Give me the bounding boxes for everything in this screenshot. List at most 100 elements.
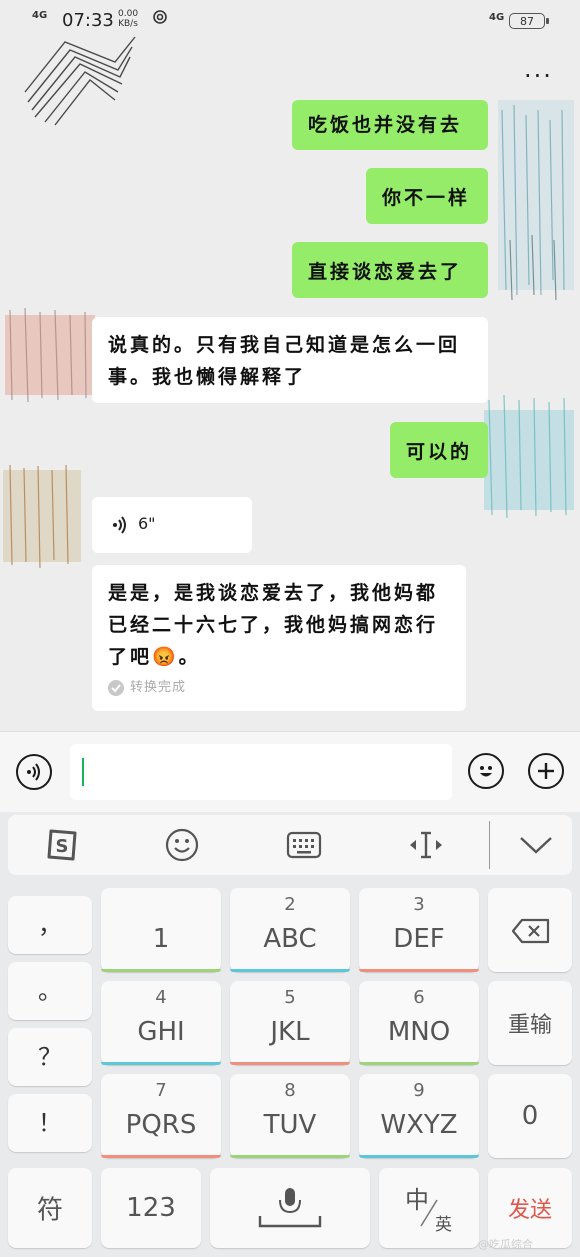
- key-3[interactable]: 3 DEF: [359, 888, 479, 972]
- key-letters: PQRS: [125, 1110, 197, 1140]
- chevron-down-icon: [520, 837, 552, 854]
- transcription-bubble[interactable]: 是是，是我谈恋爱去了，我他妈都已经二十六七了，我他妈搞网恋行了吧😡。 转换完成: [92, 565, 466, 711]
- punctuation-key[interactable]: ？: [8, 1028, 92, 1086]
- key-1[interactable]: 1: [101, 888, 221, 972]
- smiley-icon: [165, 828, 199, 862]
- key-letters: TUV: [263, 1110, 317, 1140]
- punctuation-key[interactable]: 。: [8, 962, 92, 1020]
- symbol-label: 符: [36, 1195, 63, 1226]
- scribble-mark: [3, 464, 81, 569]
- key-letters: WXYZ: [380, 1110, 458, 1140]
- plus-icon: [538, 763, 554, 779]
- key-number: 5: [284, 987, 296, 1008]
- symbol-key[interactable]: 符: [8, 1168, 92, 1248]
- reenter-key[interactable]: 重输: [488, 981, 572, 1065]
- smiley-icon: [480, 766, 492, 777]
- key-underline: [101, 969, 221, 972]
- key-number: 9: [413, 1080, 425, 1101]
- voice-input-button[interactable]: [16, 754, 52, 790]
- battery-indicator: 87: [509, 13, 549, 29]
- key-number: 2: [284, 894, 296, 915]
- key-letters: JKL: [270, 1017, 310, 1047]
- emoji-panel-button[interactable]: [162, 827, 202, 863]
- sogou-logo-icon: S: [47, 829, 77, 861]
- reenter-label: 重输: [507, 1013, 552, 1038]
- message-bubble[interactable]: 吃饭也并没有去: [292, 100, 488, 150]
- transcription-status-text: 转换完成: [130, 680, 187, 695]
- space-key[interactable]: [210, 1168, 370, 1248]
- key-letters: 1: [152, 924, 170, 954]
- logo-letter: S: [56, 836, 69, 857]
- message-text: 你不一样: [382, 187, 471, 209]
- key-letters: MNO: [387, 1017, 451, 1047]
- add-attachment-button[interactable]: [528, 753, 564, 789]
- key-9[interactable]: 9 WXYZ: [359, 1074, 479, 1158]
- message-bubble[interactable]: 你不一样: [366, 168, 488, 224]
- key-underline: [101, 1155, 221, 1158]
- keyboard-switch-button[interactable]: [284, 827, 324, 863]
- message-text: 直接谈恋爱去了: [308, 261, 463, 283]
- key-4[interactable]: 4 GHI: [101, 981, 221, 1065]
- backspace-key[interactable]: [488, 888, 572, 972]
- speed-value: 0.00: [118, 9, 139, 19]
- key-letters: ABC: [263, 924, 317, 954]
- message-input[interactable]: [70, 744, 452, 800]
- key-0[interactable]: 0: [488, 1074, 572, 1158]
- keyboard: S ， 。 ？ ！ 1 2 ABC 3 DEF 4 GHI 5 JKL 6 MN…: [0, 812, 580, 1257]
- key-number: 3: [413, 894, 425, 915]
- send-label: 发送: [507, 1198, 552, 1223]
- key-underline: [359, 1155, 479, 1158]
- key-5[interactable]: 5 JKL: [230, 981, 350, 1065]
- network-indicator-right: 4G: [489, 12, 505, 23]
- key-2[interactable]: 2 ABC: [230, 888, 350, 972]
- key-8[interactable]: 8 TUV: [230, 1074, 350, 1158]
- voice-message[interactable]: 6": [92, 497, 252, 553]
- key-underline: [359, 1062, 479, 1065]
- key-7[interactable]: 7 PQRS: [101, 1074, 221, 1158]
- backspace-icon: [512, 918, 550, 944]
- voice-wave-icon: [113, 516, 126, 534]
- message-text: 可以的: [406, 441, 473, 463]
- key-underline: [230, 1062, 350, 1065]
- punctuation-key[interactable]: ，: [8, 896, 92, 954]
- ime-logo-button[interactable]: S: [42, 827, 82, 863]
- scribble-mark: [24, 36, 136, 126]
- text-caret: [82, 758, 84, 786]
- key-letters: DEF: [393, 924, 445, 954]
- number-mode-key[interactable]: 123: [101, 1168, 201, 1248]
- input-bar: [0, 731, 580, 812]
- key-letters: GHI: [137, 1017, 185, 1047]
- cursor-move-button[interactable]: [406, 827, 446, 863]
- check-circle-icon: [108, 680, 124, 696]
- collapse-keyboard-button[interactable]: [516, 827, 556, 863]
- lang-sub-label: 英: [435, 1215, 452, 1235]
- voice-duration: 6": [138, 514, 156, 533]
- more-options-button[interactable]: ···: [524, 64, 553, 88]
- key-number: 7: [155, 1080, 167, 1101]
- key-underline: [230, 1155, 350, 1158]
- language-switch-key[interactable]: 中 英: [379, 1168, 479, 1248]
- message-bubble[interactable]: 说真的。只有我自己知道是怎么一回事。我也懒得解释了: [92, 317, 488, 403]
- key-6[interactable]: 6 MNO: [359, 981, 479, 1065]
- key-number: 4: [155, 987, 167, 1008]
- key-number: 8: [284, 1080, 296, 1101]
- network-indicator: 4G: [32, 10, 48, 21]
- mic-space-icon: [258, 1188, 322, 1228]
- punctuation-key[interactable]: ！: [8, 1094, 92, 1152]
- watermark: @吃瓜综合: [478, 1238, 533, 1251]
- sync-icon: [153, 10, 167, 24]
- message-bubble[interactable]: 可以的: [390, 422, 488, 478]
- emoji-button[interactable]: [468, 753, 504, 789]
- scribble-mark: [498, 100, 574, 300]
- message-text: 说真的。只有我自己知道是怎么一回事。我也懒得解释了: [108, 334, 461, 388]
- keyboard-icon: [286, 831, 322, 859]
- toolbar-divider: [489, 821, 490, 869]
- message-bubble[interactable]: 直接谈恋爱去了: [292, 242, 488, 298]
- message-text: 吃饭也并没有去: [308, 114, 463, 136]
- scribble-mark: [484, 394, 574, 519]
- key-underline: [359, 969, 479, 972]
- key-underline: [230, 969, 350, 972]
- voice-wave-icon: [27, 763, 40, 781]
- zero-label: 0: [521, 1101, 539, 1131]
- number-mode-label: 123: [126, 1193, 176, 1223]
